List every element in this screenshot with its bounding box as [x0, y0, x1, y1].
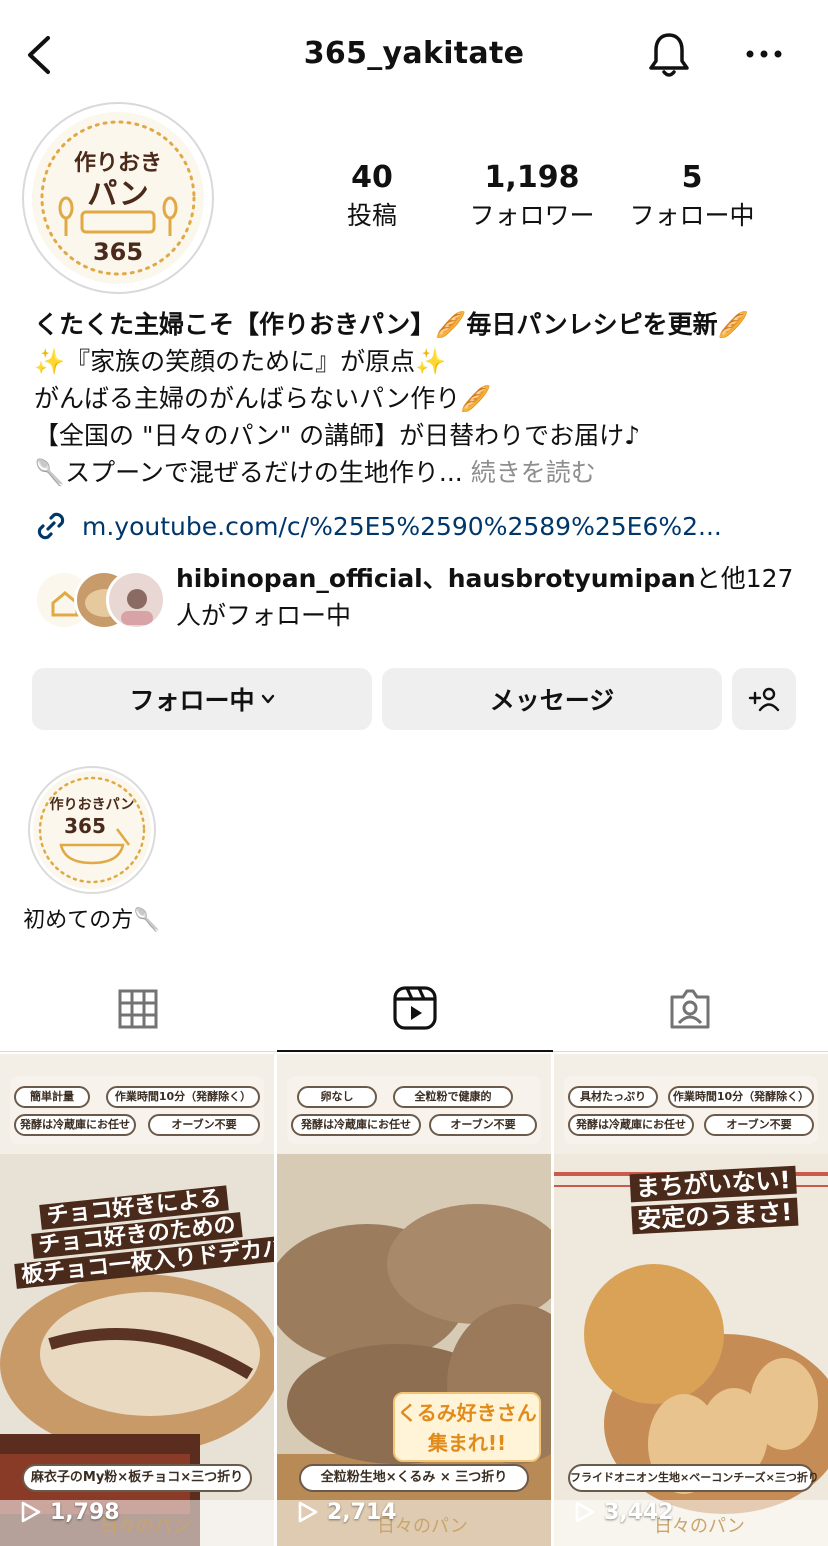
reel-view-count: 1,798 — [50, 1499, 120, 1525]
bio-line: がんばる主婦のがんばらないパン作り🥖 — [34, 384, 492, 413]
reel-tag: 卵なし — [297, 1086, 377, 1108]
highlight-cover: 作りおきパン 365 — [33, 771, 151, 889]
profile-link[interactable]: m.youtube.com/c/%25E5%2590%2589%25E6%2..… — [34, 506, 722, 546]
play-icon — [575, 1501, 595, 1523]
reel-views: 3,442 — [574, 1494, 674, 1530]
add-person-icon — [748, 687, 780, 712]
reel-views: 1,798 — [20, 1494, 120, 1530]
reel-tag: 発酵は冷蔵庫にお任せ — [291, 1114, 421, 1136]
reel-tag: 全粒粉で健康的 — [393, 1086, 513, 1108]
followers-count: 1,198 — [484, 160, 580, 195]
reel-headline: まちがいない! 安定のうまさ! — [602, 1162, 825, 1237]
following-count: 5 — [681, 160, 703, 195]
reels-icon — [393, 986, 437, 1030]
profile-bio: くたくた主婦こそ【作りおきパン】🥖毎日パンレシピを更新🥖 ✨『家族の笑顔のために… — [34, 306, 814, 491]
reel-view-count: 2,714 — [327, 1499, 397, 1525]
reel-tag: 作業時間10分（発酵除く） — [668, 1086, 814, 1108]
chevron-down-icon — [261, 694, 274, 704]
followers-label: フォロワー — [469, 201, 595, 230]
reel-callout: くるみ好きさん 集まれ!! — [393, 1392, 541, 1462]
message-button[interactable]: メッセージ — [382, 668, 722, 730]
following-button[interactable]: フォロー中 — [32, 668, 372, 730]
link-icon — [37, 512, 65, 540]
callout-line: 集まれ!! — [427, 1431, 507, 1455]
reel-tag: 発酵は冷蔵庫にお任せ — [14, 1114, 136, 1136]
followed-by-text: hibinopan_official、hausbrotyumipanと他127 … — [176, 560, 816, 634]
tab-posts-grid[interactable] — [0, 966, 276, 1052]
reel-views: 2,714 — [297, 1494, 397, 1530]
profile-tabs — [0, 966, 828, 1052]
posts-count: 40 — [351, 160, 393, 195]
play-icon — [298, 1501, 318, 1523]
following-button-label: フォロー中 — [129, 686, 255, 715]
reel-tag: 作業時間10分（発酵除く） — [106, 1086, 260, 1108]
reel-tag: 簡単計量 — [14, 1086, 90, 1108]
posts-label: 投稿 — [346, 201, 397, 230]
bio-headline: くたくた主婦こそ【作りおきパン】🥖毎日パンレシピを更新🥖 — [34, 310, 749, 339]
svg-text:作りおきパン: 作りおきパン — [50, 796, 135, 813]
reel-thumbnail[interactable]: 簡単計量 作業時間10分（発酵除く） 発酵は冷蔵庫にお任せ オーブン不要 チョコ… — [0, 1054, 274, 1546]
followed-by-names[interactable]: hibinopan_official、hausbrotyumipan — [176, 564, 696, 593]
story-highlight[interactable]: 作りおきパン 365 — [28, 766, 156, 894]
follower-avatar — [106, 570, 166, 630]
tab-reels[interactable] — [277, 966, 553, 1052]
play-icon — [21, 1501, 41, 1523]
reel-caption: 全粒粉生地×くるみ × 三つ折り — [299, 1464, 529, 1492]
reel-caption: 麻衣子のMy粉×板チョコ×三つ折り — [22, 1464, 252, 1492]
reel-tag: オーブン不要 — [429, 1114, 537, 1136]
callout-line: くるみ好きさん — [397, 1401, 537, 1425]
profile-username: 365_yakitate — [303, 36, 525, 71]
top-bar: 365_yakitate — [0, 0, 828, 110]
svg-text:365: 365 — [93, 238, 143, 266]
reel-tags: 具材たっぷり 作業時間10分（発酵除く） 発酵は冷蔵庫にお任せ オーブン不要 — [564, 1076, 818, 1144]
bio-line: ✨『家族の笑顔のために』が原点✨ — [34, 347, 447, 376]
reel-tag: 具材たっぷり — [568, 1086, 658, 1108]
reel-tags: 卵なし 全粒粉で健康的 発酵は冷蔵庫にお任せ オーブン不要 — [287, 1076, 541, 1144]
tab-tagged[interactable] — [552, 966, 828, 1052]
suggest-users-button[interactable] — [732, 668, 796, 730]
reel-tags: 簡単計量 作業時間10分（発酵除く） 発酵は冷蔵庫にお任せ オーブン不要 — [10, 1076, 264, 1144]
reel-tag: 発酵は冷蔵庫にお任せ — [568, 1114, 694, 1136]
svg-text:パン: パン — [87, 177, 149, 212]
followed-by[interactable]: hibinopan_official、hausbrotyumipanと他127 … — [34, 560, 814, 640]
message-button-label: メッセージ — [489, 686, 615, 715]
reel-caption: フライドオニオン生地×ベーコンチーズ×三つ折り — [568, 1464, 819, 1492]
svg-text:作りおき: 作りおき — [74, 151, 162, 176]
reel-tag: オーブン不要 — [148, 1114, 260, 1136]
bio-line-text: 🥄スプーンで混ぜるだけの生地作り... — [34, 458, 463, 487]
grid-icon — [118, 989, 158, 1029]
tagged-person-icon — [670, 989, 710, 1029]
following-stat[interactable]: 5 フォロー中 — [622, 158, 762, 234]
followed-by-suffix: と他127 — [695, 564, 794, 593]
posts-stat[interactable]: 40 投稿 — [332, 158, 412, 234]
avatar-logo: 作りおき パン 365 — [32, 112, 204, 284]
profile-avatar[interactable]: 作りおき パン 365 — [22, 102, 214, 294]
reel-thumbnail[interactable]: 卵なし 全粒粉で健康的 発酵は冷蔵庫にお任せ オーブン不要 くるみ好きさん 集ま… — [277, 1054, 551, 1546]
followers-stat[interactable]: 1,198 フォロワー — [462, 158, 602, 234]
reel-tag: オーブン不要 — [704, 1114, 814, 1136]
following-label: フォロー中 — [629, 201, 755, 230]
followed-by-line2: 人がフォロー中 — [176, 601, 352, 630]
bio-line: 🥄スプーンで混ぜるだけの生地作り... 続きを読む — [34, 454, 814, 491]
reel-view-count: 3,442 — [604, 1499, 674, 1525]
reel-thumbnail[interactable]: 具材たっぷり 作業時間10分（発酵除く） 発酵は冷蔵庫にお任せ オーブン不要 ま… — [554, 1054, 828, 1546]
notification-bell-icon[interactable] — [646, 30, 692, 80]
reels-grid: 簡単計量 作業時間10分（発酵除く） 発酵は冷蔵庫にお任せ オーブン不要 チョコ… — [0, 1052, 828, 1546]
read-more-link[interactable]: 続きを読む — [471, 458, 596, 487]
bio-line: 【全国の "日々のパン" の講師】が日替わりでお届け♪ — [34, 421, 641, 450]
more-options-icon[interactable] — [744, 44, 784, 64]
highlight-label: 初めての方🥄 — [23, 908, 161, 933]
svg-text:365: 365 — [64, 814, 106, 838]
link-url[interactable]: m.youtube.com/c/%25E5%2590%2589%25E6%2..… — [82, 512, 722, 541]
